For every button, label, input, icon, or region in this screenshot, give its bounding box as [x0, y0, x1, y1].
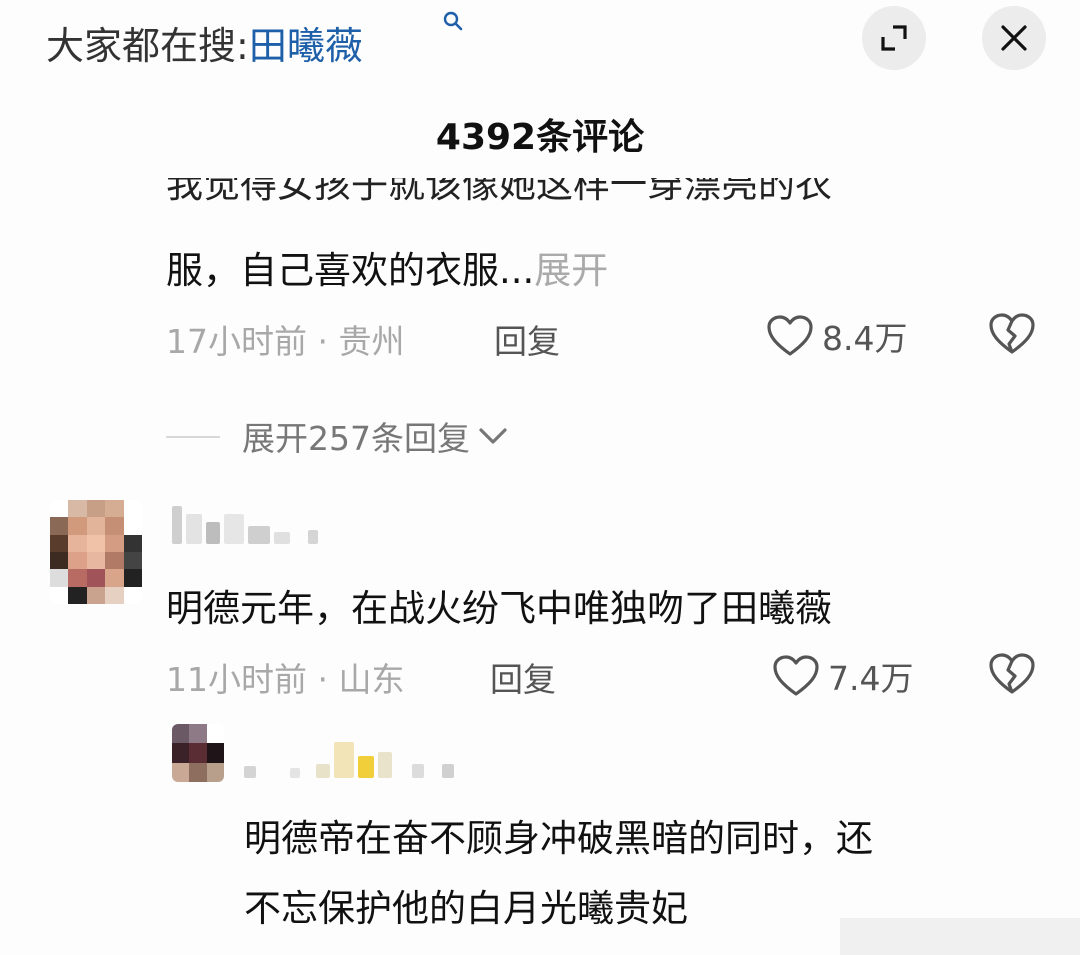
username-blurred[interactable] [172, 500, 318, 544]
comment-body: 明德元年，在战火纷飞中唯独吻了田曦薇 [166, 587, 832, 630]
search-icon [443, 11, 463, 31]
comment-meta: 11小时前 · 山东 [166, 660, 405, 699]
dislike-icon[interactable] [988, 652, 1036, 696]
comment-body: 服，自己喜欢的衣服... [166, 249, 535, 292]
expand-replies-button[interactable]: 展开257条回复 [242, 412, 510, 460]
close-icon [1001, 25, 1027, 51]
reply-text-line1: 明德帝在奋不顾身冲破黑暗的同时，还 [244, 817, 873, 860]
dislike-icon[interactable] [988, 312, 1036, 356]
replies-divider [166, 436, 220, 438]
comment-text-clipped: 我觉得女孩子就该像她这样一穿漂亮的衣 [166, 178, 832, 206]
reply-avatar[interactable] [172, 724, 224, 782]
reply-text-line2: 不忘保护他的白月光曦贵妃 [244, 887, 688, 930]
reply-button[interactable]: 回复 [494, 315, 560, 363]
expand-icon [881, 25, 907, 51]
expand-button[interactable] [862, 6, 926, 70]
comment-meta: 17小时前 · 贵州 [166, 322, 405, 361]
reply-username-blurred[interactable] [244, 734, 454, 778]
comment-text: 服，自己喜欢的衣服...展开 [166, 240, 608, 294]
chevron-down-icon [479, 428, 507, 444]
search-prefix: 大家都在搜: [46, 23, 249, 68]
heart-icon [773, 655, 819, 696]
reply-button[interactable]: 回复 [490, 653, 556, 701]
bottom-overlay [840, 918, 1080, 955]
avatar[interactable] [50, 500, 142, 604]
like-count: 8.4万 [822, 319, 908, 358]
like-button[interactable]: 7.4万 [772, 652, 913, 700]
search-keyword-link[interactable]: 田曦薇 [249, 15, 363, 70]
heart-icon [767, 315, 813, 356]
close-button[interactable] [982, 6, 1046, 70]
expand-text-link[interactable]: 展开 [534, 249, 608, 292]
expand-replies-label: 展开257条回复 [242, 419, 470, 458]
like-count: 7.4万 [828, 659, 914, 698]
comments-count-title: 4392条评论 [435, 117, 645, 158]
search-suggestion[interactable]: 大家都在搜: 田曦薇 [46, 11, 463, 70]
like-button[interactable]: 8.4万 [766, 312, 907, 360]
